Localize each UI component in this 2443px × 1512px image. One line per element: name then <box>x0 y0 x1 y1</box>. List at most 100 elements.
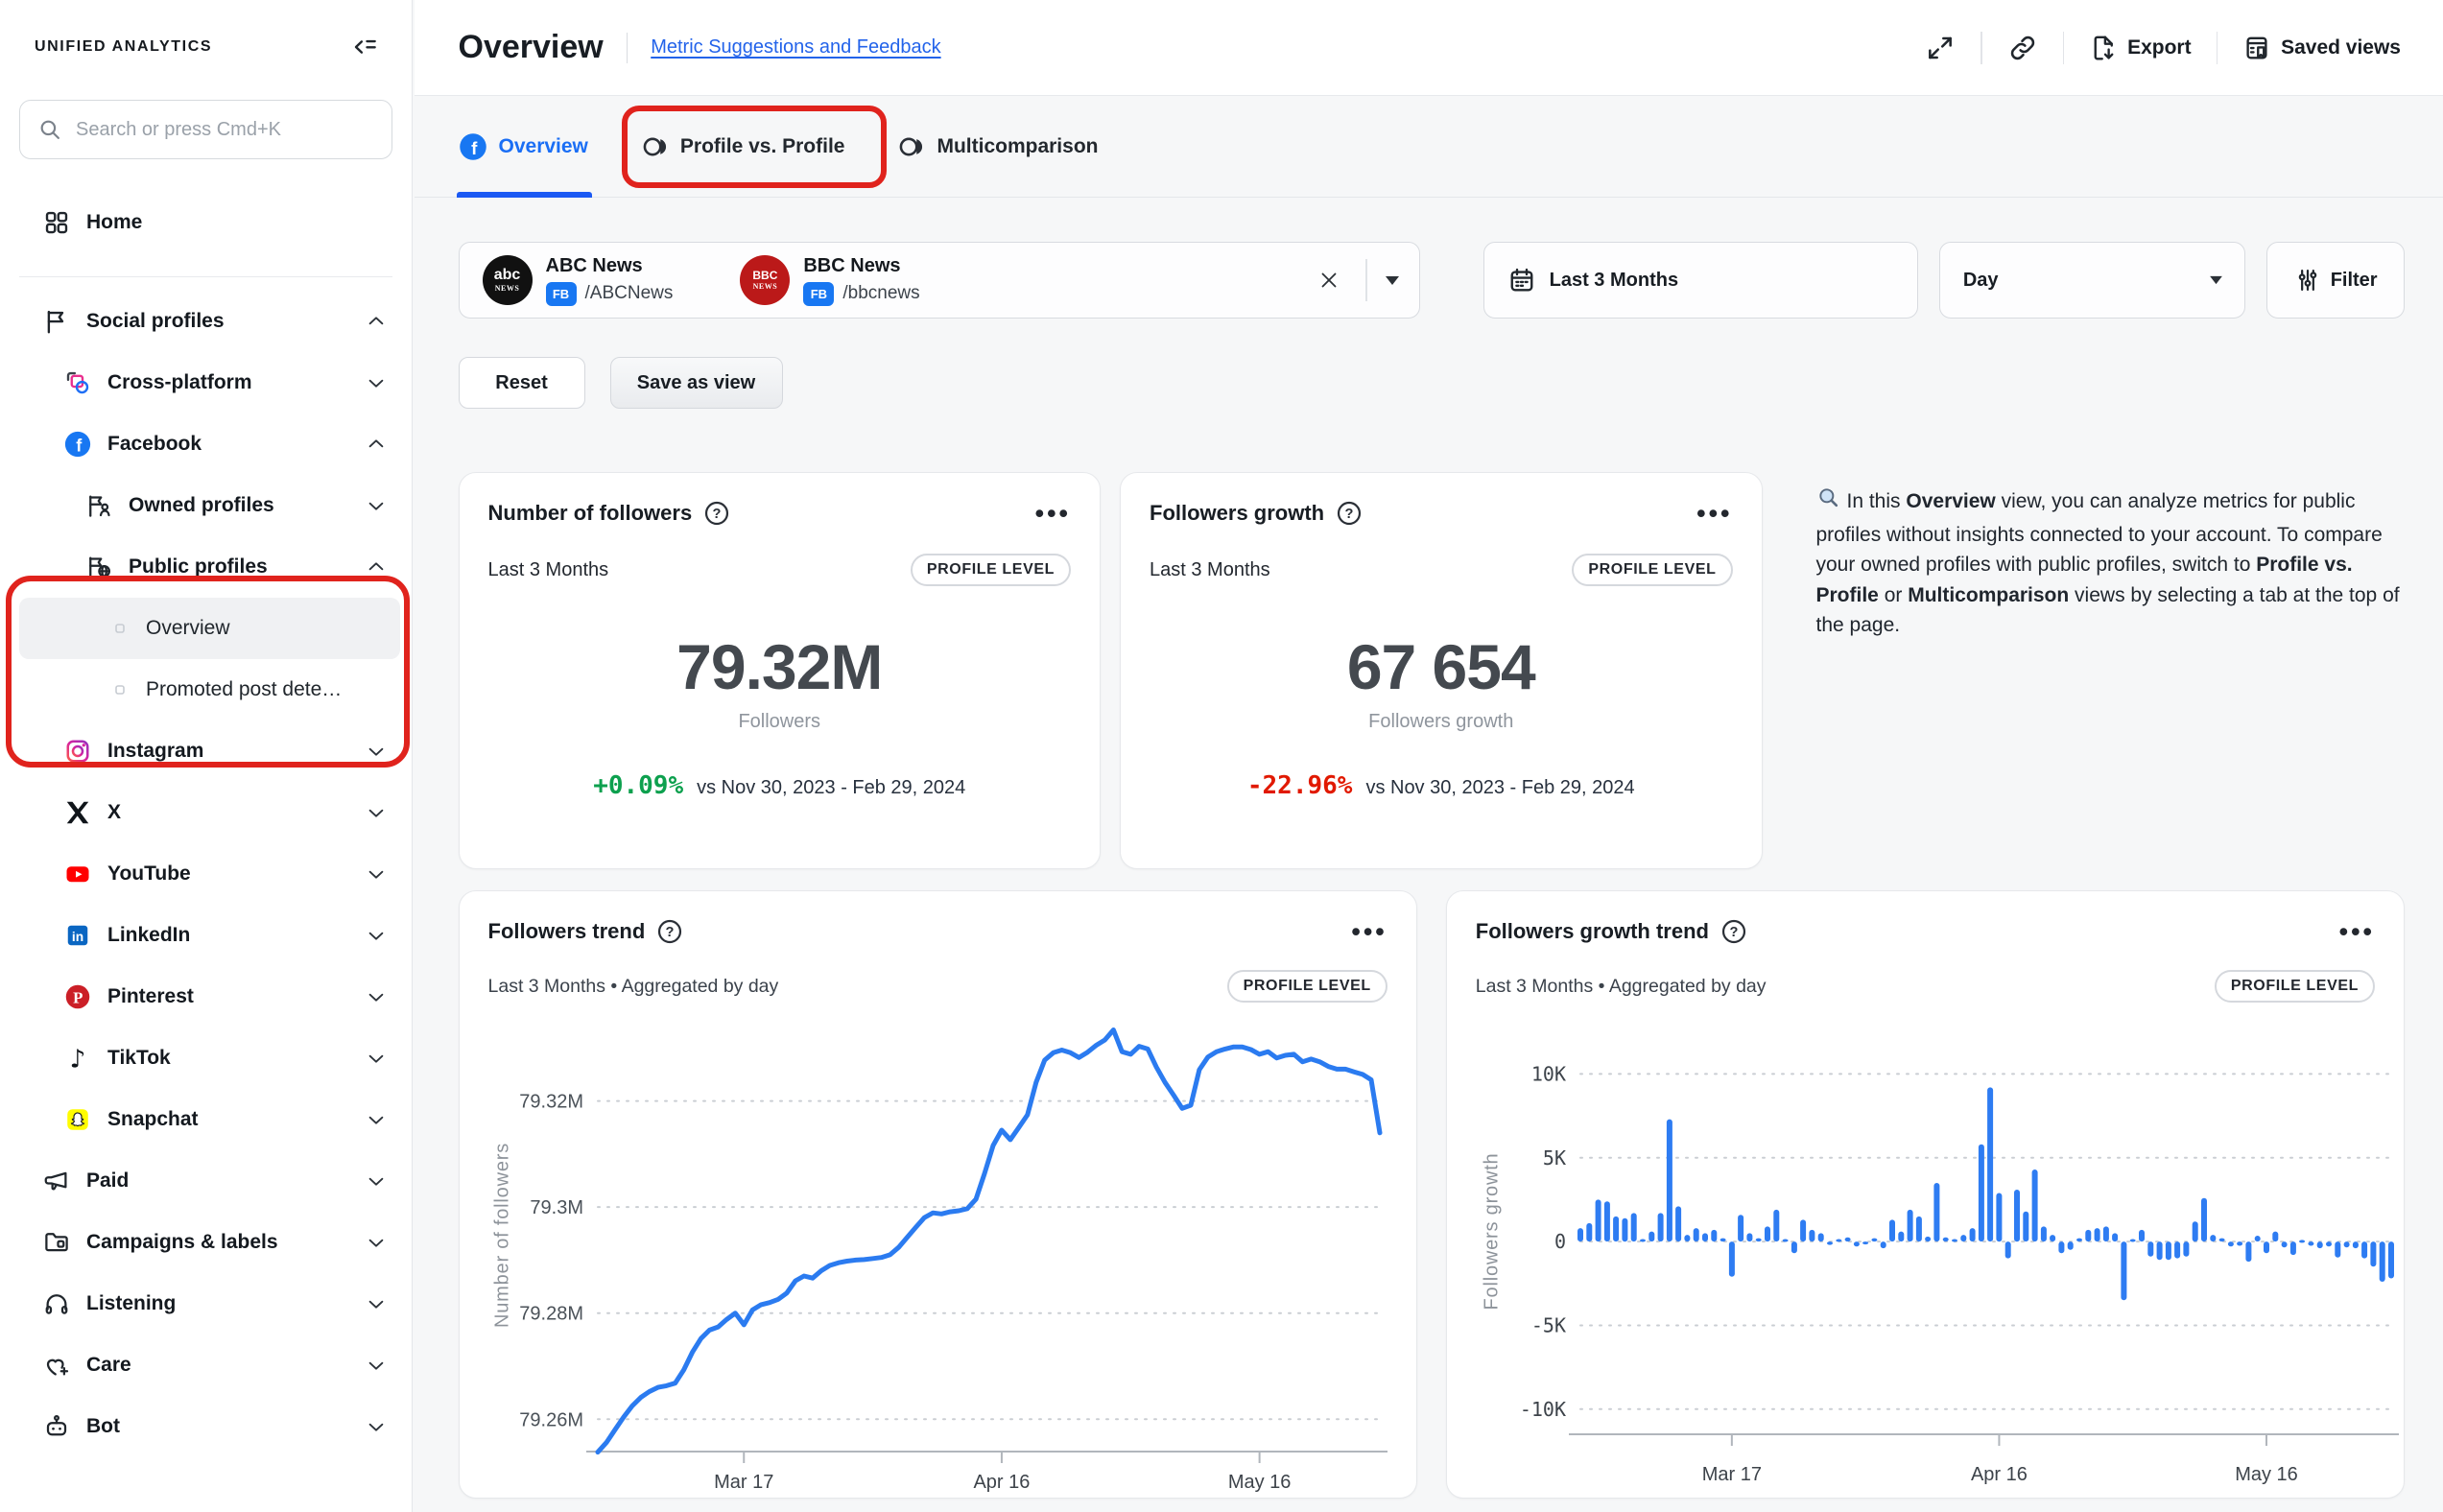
card-menu-icon[interactable]: ••• <box>1696 506 1732 521</box>
card-title: Followers growth <box>1150 501 1324 526</box>
kpi-change-percent: -22.96% <box>1247 771 1353 800</box>
app-root: UNIFIED ANALYTICS Home Social profiles <box>0 0 2443 1512</box>
view-tabs: f Overview Profile vs. Profile Multicomp… <box>415 96 2443 198</box>
tab-label: Overview <box>499 135 588 158</box>
sidebar-item-social-profiles[interactable]: Social profiles <box>0 291 412 352</box>
date-range-label: Last 3 Months <box>1550 270 1678 292</box>
page-title: Overview <box>459 29 604 66</box>
help-icon[interactable]: ? <box>1336 500 1363 527</box>
caret-down-icon[interactable] <box>1385 275 1400 286</box>
sidebar-item-tiktok[interactable]: ♪ TikTok <box>0 1028 412 1089</box>
sidebar-item-cross-platform[interactable]: Cross-platform <box>0 352 412 413</box>
tab-profile-vs-profile[interactable]: Profile vs. Profile <box>642 96 845 197</box>
granularity-select[interactable]: Day <box>1939 242 2245 319</box>
sidebar-item-paid[interactable]: Paid <box>0 1150 412 1212</box>
public-profiles-icon <box>84 553 113 581</box>
sidebar-item-snapchat[interactable]: Snapchat <box>0 1089 412 1150</box>
clear-selection-icon[interactable] <box>1317 269 1340 292</box>
svg-text:Mar 17: Mar 17 <box>1701 1464 1761 1485</box>
link-icon[interactable] <box>2007 33 2038 63</box>
saved-views-button[interactable]: Saved views <box>2242 34 2401 62</box>
help-icon[interactable]: ? <box>656 918 683 945</box>
svg-text:79.28M: 79.28M <box>519 1304 583 1325</box>
card-menu-icon[interactable]: ••• <box>1351 924 1387 939</box>
svg-text:Apr 16: Apr 16 <box>973 1472 1030 1493</box>
folder-icon <box>42 1228 71 1257</box>
chart-subtitle: Last 3 Months • Aggregated by day <box>488 976 779 998</box>
sidebar-item-facebook[interactable]: f Facebook <box>0 413 412 475</box>
help-icon[interactable]: ? <box>703 500 730 527</box>
sidebar-item-care[interactable]: Care <box>0 1335 412 1396</box>
facebook-network-badge: FB <box>546 282 577 306</box>
sidebar-item-listening[interactable]: Listening <box>0 1273 412 1335</box>
sidebar-item-x[interactable]: X <box>0 782 412 843</box>
profile-name: ABC News <box>546 255 643 276</box>
bullet-square-icon <box>115 624 125 633</box>
sidebar: UNIFIED ANALYTICS Home Social profiles <box>0 0 413 1512</box>
kpi-value: 79.32M <box>488 630 1072 703</box>
facebook-icon: f <box>63 430 92 459</box>
sidebar-item-promoted-post-detection[interactable]: Promoted post dete… <box>0 659 412 721</box>
sidebar-item-linkedin[interactable]: in LinkedIn <box>0 905 412 966</box>
expand-icon[interactable] <box>1925 33 1956 63</box>
kpi-change-percent: +0.09% <box>593 771 683 800</box>
sidebar-item-home[interactable]: Home <box>0 192 412 253</box>
sidebar-item-pinterest[interactable]: P Pinterest <box>0 966 412 1028</box>
sidebar-item-overview[interactable]: Overview <box>19 598 400 659</box>
kpi-card-followers-growth: Followers growth ? ••• Last 3 Months PRO… <box>1120 472 1763 869</box>
filter-button[interactable]: Filter <box>2266 242 2405 319</box>
svg-text:79.3M: 79.3M <box>530 1197 583 1218</box>
help-icon[interactable]: ? <box>1720 918 1747 945</box>
chevron-down-icon <box>366 1416 387 1437</box>
toolbar-divider <box>1980 32 1982 64</box>
tab-label: Profile vs. Profile <box>680 135 845 158</box>
date-range-picker[interactable]: Last 3 Months <box>1483 242 1918 319</box>
sidebar-divider <box>19 276 392 277</box>
svg-text:5K: 5K <box>1543 1146 1566 1169</box>
kpi-compare-range: vs Nov 30, 2023 - Feb 29, 2024 <box>1365 777 1634 799</box>
sidebar-item-youtube[interactable]: YouTube <box>0 843 412 905</box>
metric-suggestions-link[interactable]: Metric Suggestions and Feedback <box>651 36 940 59</box>
card-menu-icon[interactable]: ••• <box>1035 506 1071 521</box>
save-as-view-button[interactable]: Save as view <box>610 357 783 409</box>
chevron-down-icon <box>366 495 387 516</box>
home-grid-icon <box>42 208 71 237</box>
sidebar-item-instagram[interactable]: Instagram <box>0 721 412 782</box>
search-input[interactable] <box>76 119 391 141</box>
app-logo: UNIFIED ANALYTICS <box>35 38 212 56</box>
chevron-down-icon <box>366 802 387 823</box>
page-content: abc NEWS ABC News FB /ABCNews <box>415 198 2443 1499</box>
toolbar-divider <box>2217 32 2218 64</box>
headphones-icon <box>42 1289 71 1318</box>
sidebar-item-label: Home <box>86 211 142 234</box>
card-title: Followers trend <box>488 919 646 944</box>
instagram-icon <box>63 737 92 766</box>
chevron-down-icon <box>366 372 387 393</box>
chevron-down-icon <box>366 1293 387 1314</box>
sidebar-item-public-profiles[interactable]: Public profiles <box>0 536 412 598</box>
chevron-up-icon <box>366 311 387 332</box>
sidebar-item-owned-profiles[interactable]: Owned profiles <box>0 475 412 536</box>
svg-text:79.32M: 79.32M <box>519 1092 583 1113</box>
card-menu-icon[interactable]: ••• <box>2339 924 2375 939</box>
chevron-down-icon <box>366 986 387 1007</box>
profile-handle: /ABCNews <box>585 283 674 304</box>
profile-chip-abc-news: abc NEWS ABC News FB /ABCNews <box>483 255 674 306</box>
kpi-compare-range: vs Nov 30, 2023 - Feb 29, 2024 <box>697 777 965 799</box>
tab-multicomparison[interactable]: Multicomparison <box>898 96 1098 197</box>
reset-button[interactable]: Reset <box>459 357 585 409</box>
saved-views-label: Saved views <box>2281 36 2401 59</box>
sidebar-item-campaigns-labels[interactable]: Campaigns & labels <box>0 1212 412 1273</box>
sidebar-item-bot[interactable]: Bot <box>0 1396 412 1457</box>
filter-label: Filter <box>2331 270 2378 292</box>
export-button[interactable]: Export <box>2089 34 2192 62</box>
chevron-up-icon <box>366 434 387 455</box>
tab-label: Multicomparison <box>937 135 1098 158</box>
chevron-down-icon <box>366 1109 387 1130</box>
tab-overview[interactable]: f Overview <box>459 96 588 197</box>
chart-card-followers-trend: Followers trend ? ••• Last 3 Months • Ag… <box>459 890 1417 1499</box>
profile-selector[interactable]: abc NEWS ABC News FB /ABCNews <box>459 242 1420 319</box>
svg-text:f: f <box>76 437 83 456</box>
collapse-sidebar-icon[interactable] <box>350 33 379 61</box>
svg-text:-10K: -10K <box>1520 1398 1566 1421</box>
